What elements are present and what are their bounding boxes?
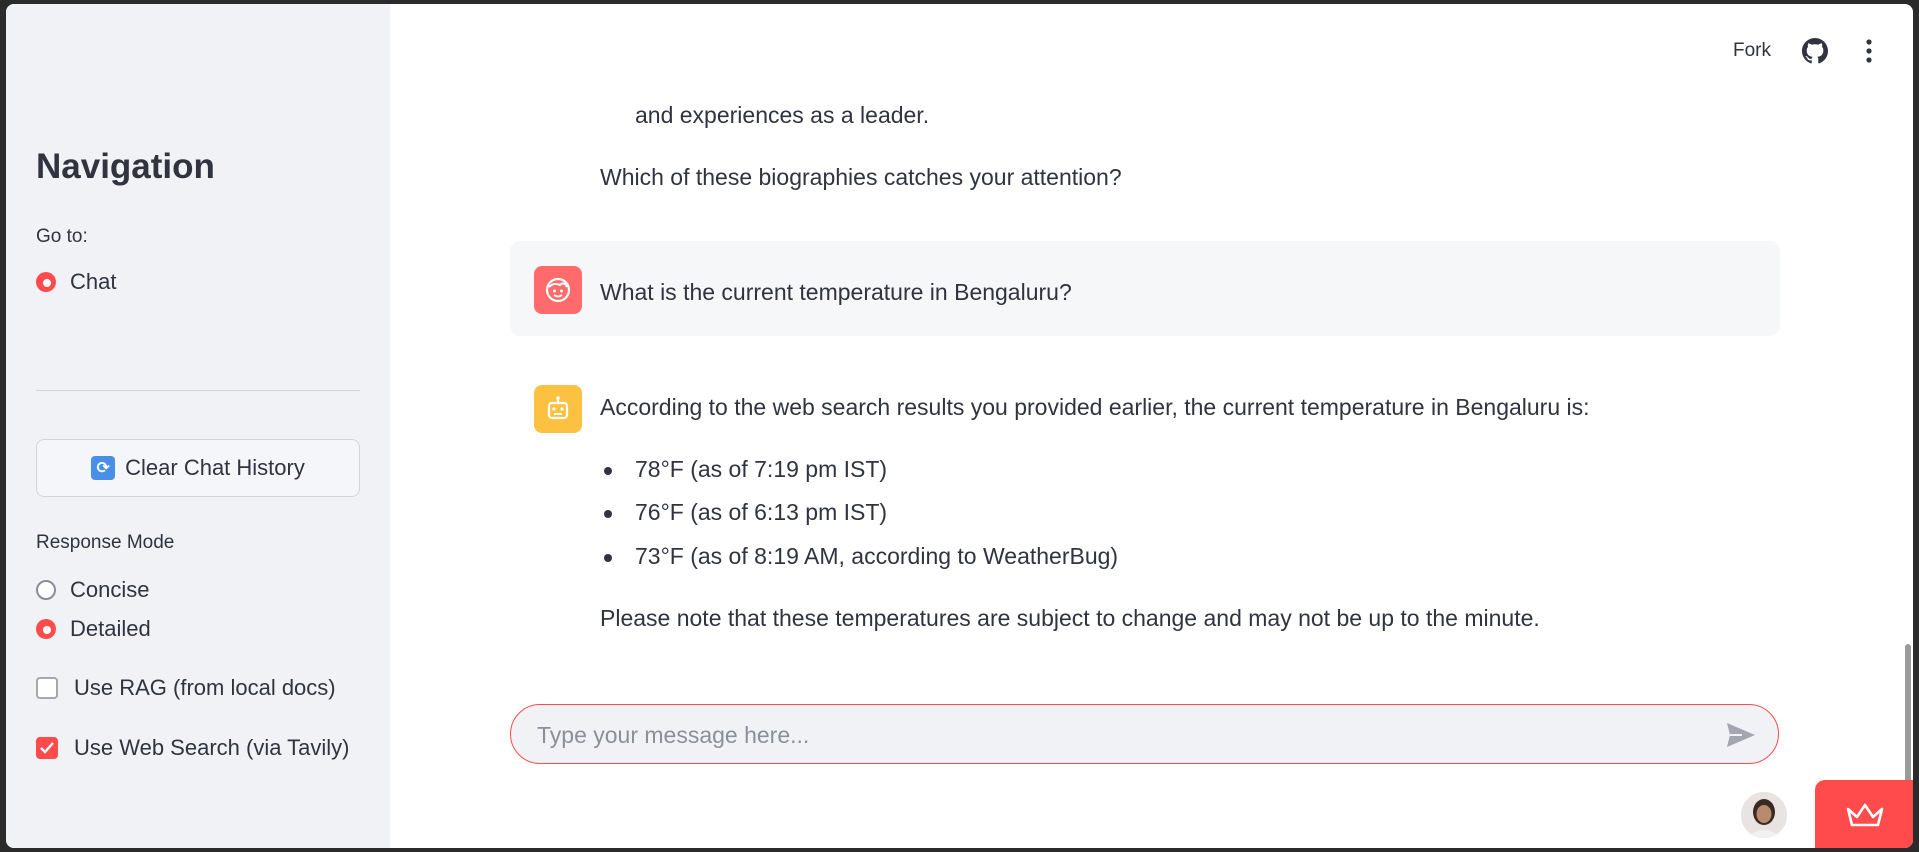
assistant-bullet-item: 78°F (as of 7:19 pm IST) [635,456,888,482]
bullet-dot [604,467,612,475]
assistant-bullet-item: 73°F (as of 8:19 AM, according to Weathe… [635,543,1119,569]
bullet-dot [604,510,612,518]
bullet-dot [604,554,612,562]
chat-message-input[interactable] [535,715,1689,755]
radio-option-detailed[interactable]: Detailed [36,616,151,642]
checkbox-use-web-search[interactable]: Use Web Search (via Tavily) [36,735,350,761]
radio-option-chat[interactable]: Chat [36,269,116,295]
streamlit-crown-icon[interactable] [1815,780,1913,848]
clear-button-label: Clear Chat History [125,455,305,480]
response-mode-label: Response Mode [36,532,175,553]
assistant-note-text: Please note that these temperatures are … [600,605,1540,631]
assistant-bullet-item: 76°F (as of 6:13 pm IST) [635,499,888,525]
radio-unselected-icon [36,580,56,600]
radio-label: Chat [70,269,117,294]
checkbox-unchecked-icon [36,677,58,699]
clear-chat-history-button[interactable]: ⟳ Clear Chat History [36,439,360,497]
radio-selected-icon [36,272,56,292]
prev-message-question: Which of these biographies catches your … [600,164,1122,190]
checkbox-label: Use Web Search (via Tavily) [74,735,350,760]
profile-avatar[interactable] [1739,790,1789,840]
radio-option-concise[interactable]: Concise [36,577,149,603]
sidebar-divider [36,390,360,391]
kebab-menu-icon[interactable] [1864,38,1874,64]
user-avatar-icon [534,266,582,314]
sidebar-title: Navigation [36,147,215,186]
checkbox-use-rag[interactable]: Use RAG (from local docs) [36,675,336,701]
refresh-icon: ⟳ [91,456,116,480]
chat-input-container [510,704,1779,764]
user-message-text: What is the current temperature in Benga… [600,279,1072,305]
scrollbar-thumb[interactable] [1905,644,1911,784]
radio-label: Concise [70,577,150,602]
checkbox-label: Use RAG (from local docs) [74,675,336,700]
send-icon[interactable] [1726,722,1756,748]
github-icon[interactable] [1802,38,1828,64]
prev-message-fragment: and experiences as a leader. [635,102,930,128]
app-window: Navigation Go to: Chat ⟳ Clear Chat Hist… [6,4,1913,848]
radio-label: Detailed [70,616,151,641]
goto-label: Go to: [36,226,88,247]
assistant-intro-text: According to the web search results you … [600,394,1590,420]
checkbox-checked-icon [36,737,58,759]
assistant-avatar-icon [534,385,582,433]
radio-selected-icon [36,619,56,639]
fork-link[interactable]: Fork [1733,40,1771,62]
sidebar: Navigation Go to: Chat ⟳ Clear Chat Hist… [6,4,390,848]
